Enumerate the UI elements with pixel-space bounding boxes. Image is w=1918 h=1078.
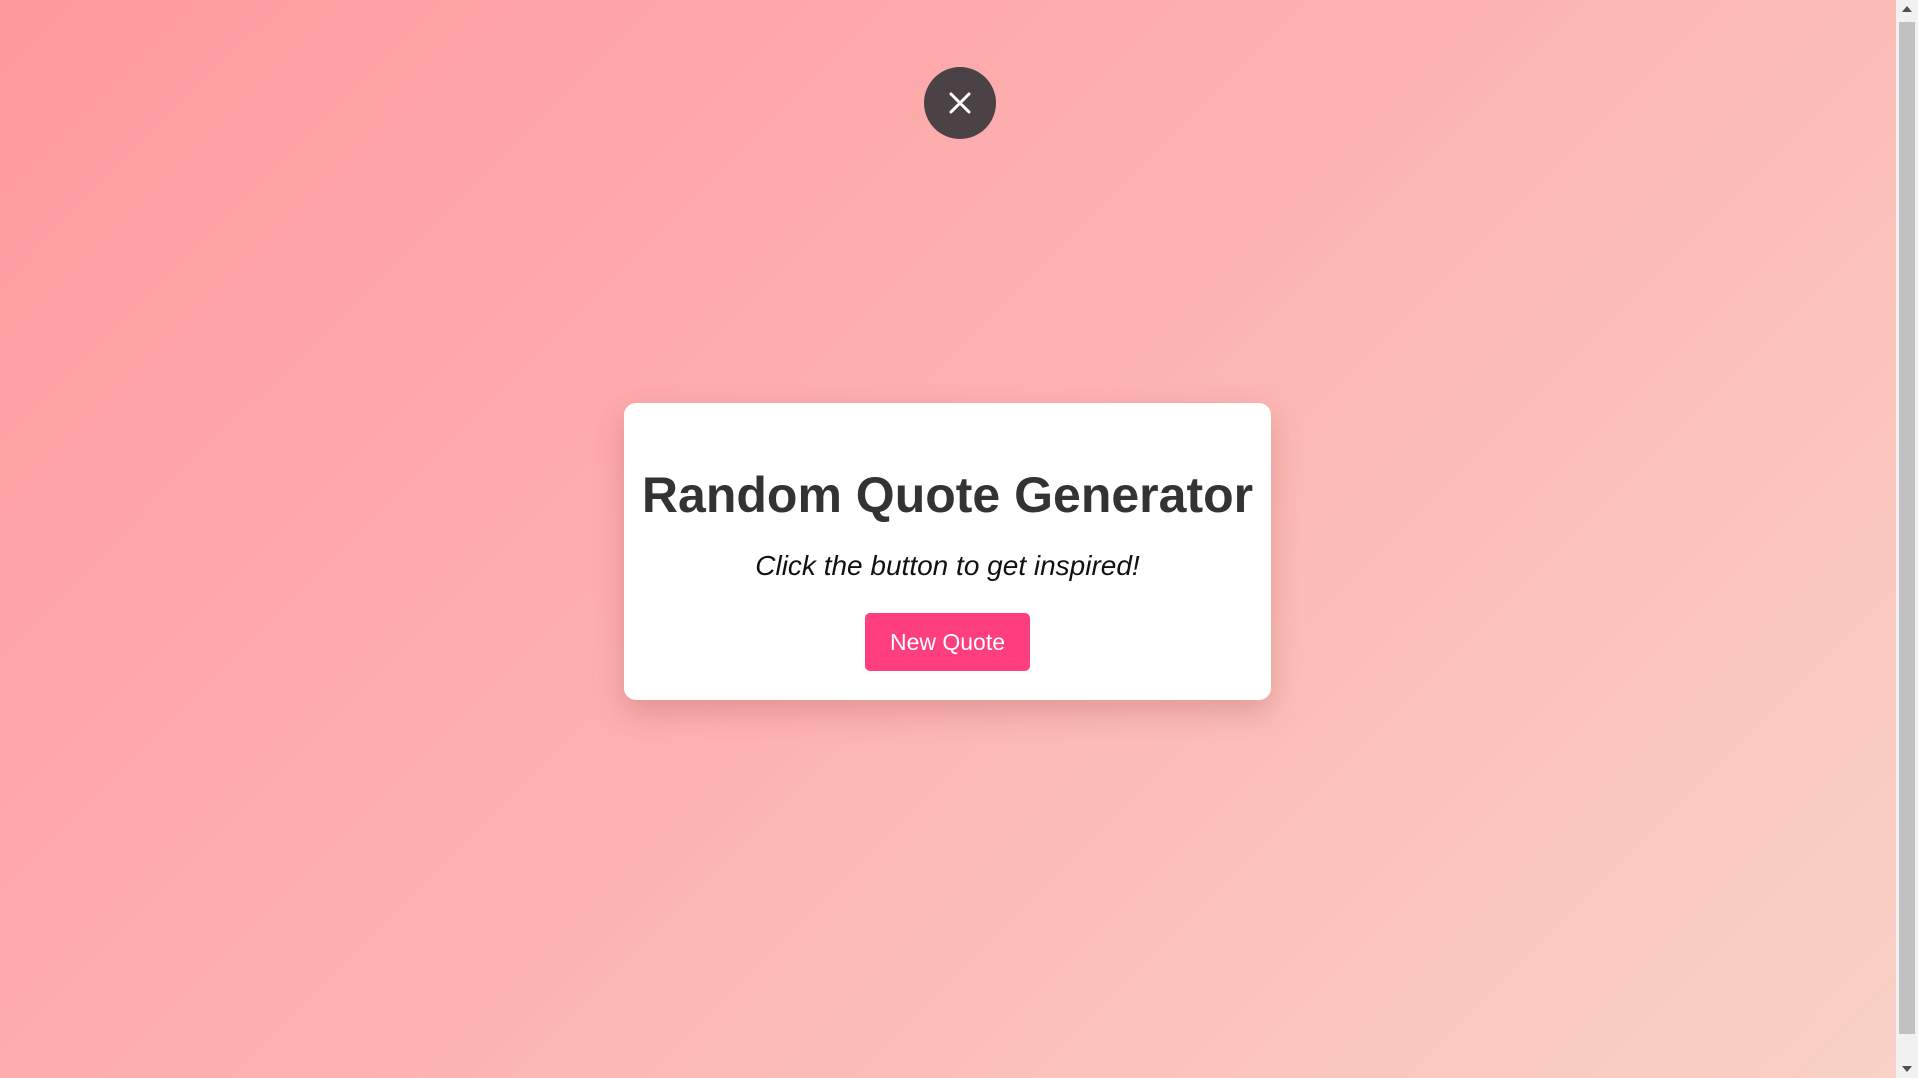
quote-text: Click the button to get inspired! — [755, 550, 1140, 581]
arrow-down-icon — [1902, 1066, 1912, 1072]
page-background: Random Quote Generator Click the button … — [0, 0, 1896, 1078]
arrow-up-icon — [1902, 6, 1912, 12]
browser-viewport: Random Quote Generator Click the button … — [0, 0, 1918, 1078]
quote-card: Random Quote Generator Click the button … — [624, 403, 1271, 700]
new-quote-button[interactable]: New Quote — [865, 613, 1030, 671]
vertical-scrollbar[interactable] — [1896, 0, 1918, 1078]
close-icon — [949, 92, 971, 114]
close-button[interactable] — [924, 67, 996, 139]
scrollbar-thumb[interactable] — [1899, 22, 1915, 1034]
page-title: Random Quote Generator — [641, 467, 1254, 523]
scroll-down-button[interactable] — [1896, 1060, 1918, 1078]
scroll-up-button[interactable] — [1896, 0, 1918, 18]
